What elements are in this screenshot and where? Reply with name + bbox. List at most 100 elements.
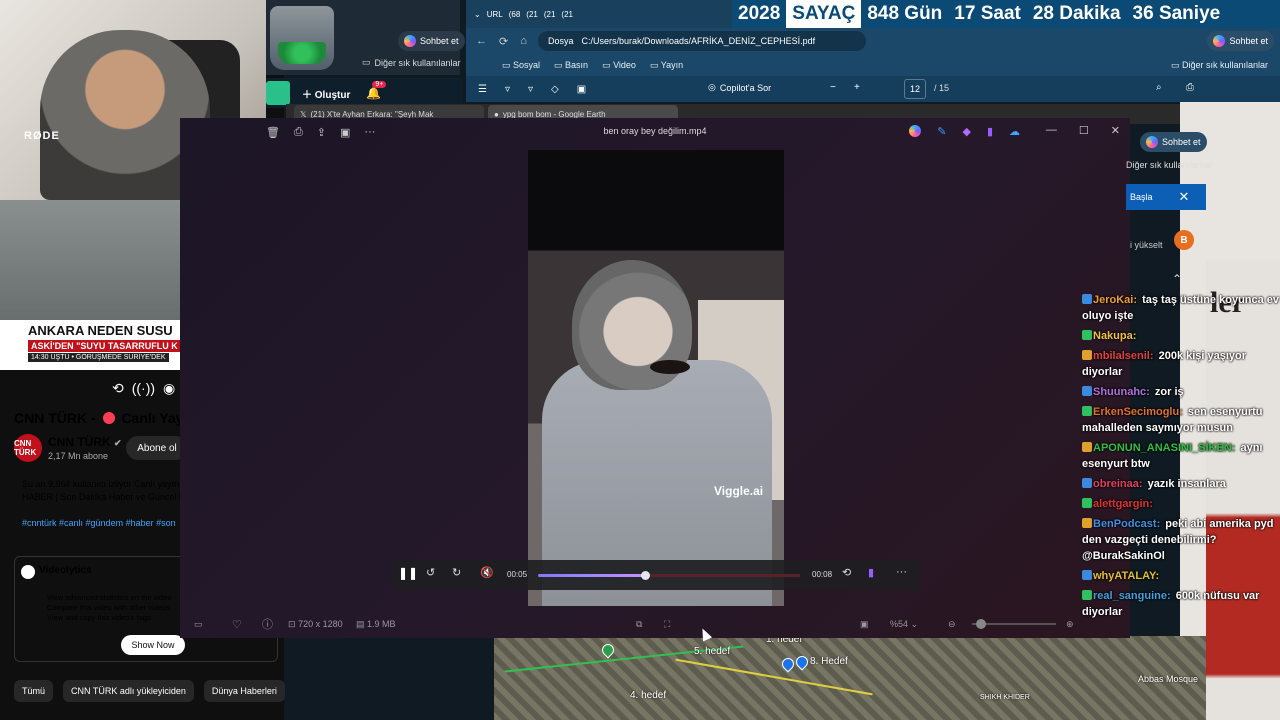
highlight-icon[interactable]: ▿ <box>505 84 510 95</box>
chat-username[interactable]: ErkenSecimoglu: <box>1093 406 1183 418</box>
mute-button[interactable]: 🔇 <box>480 566 494 579</box>
channel-name[interactable]: CNN TÜRK ✔ <box>48 435 122 449</box>
chat-username[interactable]: obreinaa: <box>1093 478 1143 490</box>
forward-30-button[interactable]: ↻ <box>452 566 461 579</box>
copilot-chat-button-right[interactable]: Sohbet et <box>1140 132 1207 152</box>
fav-stream[interactable]: ▭ Yayın <box>650 60 683 71</box>
other-favorites-right[interactable]: Diğer sık kullanılanlar <box>1126 160 1212 170</box>
chevron-up-icon[interactable]: ⌃ <box>1172 272 1182 286</box>
chat-username[interactable]: Shuunahc: <box>1093 386 1150 398</box>
map-label[interactable]: 5. hedef <box>694 646 730 657</box>
chat-username[interactable]: real_sanguine: <box>1093 590 1171 602</box>
repeat-icon[interactable]: ⟲ <box>842 566 851 579</box>
fav-video[interactable]: ▭ Video <box>602 60 636 71</box>
close-icon[interactable]: ✕ <box>1111 124 1120 137</box>
subscribe-button[interactable]: Abone ol <box>126 436 188 460</box>
video-description[interactable]: Şu an 9.964 kullanıcı izliyor Canlı yayı… <box>22 478 184 504</box>
search-icon[interactable]: ⌕ <box>1156 82 1162 93</box>
eye-icon[interactable]: ◉ <box>163 380 175 400</box>
tab-x-2[interactable]: (21 <box>544 10 556 19</box>
crop-icon[interactable]: ⧉ <box>636 619 642 630</box>
rewind-10-button[interactable]: ↺ <box>426 566 435 579</box>
pause-button[interactable]: ❚❚ <box>398 566 418 580</box>
map-label[interactable]: SHIKH KHIDER <box>980 694 1030 701</box>
zoom-slider[interactable] <box>972 619 1056 629</box>
chip-all[interactable]: Tümü <box>14 680 54 702</box>
map-label[interactable]: Abbas Mosque <box>1138 674 1198 684</box>
more-options-icon[interactable]: ··· <box>896 566 907 578</box>
zoom-in-icon[interactable]: ⊕ <box>1066 619 1074 630</box>
map-label[interactable]: 8. Hedef <box>810 656 848 667</box>
maximize-icon[interactable]: ☐ <box>1079 124 1089 137</box>
refresh-icon[interactable]: ⟳ <box>499 35 508 48</box>
screenshot-icon[interactable]: ▣ <box>860 619 869 630</box>
fav-social[interactable]: ▭ Sosyal <box>502 60 540 71</box>
chat-username[interactable]: alettgargin: <box>1093 498 1153 510</box>
chip-world-news[interactable]: Dünya Haberleri <box>203 680 285 702</box>
home-icon[interactable]: ⌂ <box>520 35 527 47</box>
eraser-icon[interactable]: ◇ <box>551 84 559 95</box>
chat-username[interactable]: JeroKai: <box>1093 294 1137 306</box>
chat-username[interactable]: whyATALAY: <box>1093 570 1159 582</box>
zoom-in-icon[interactable]: + <box>854 82 860 93</box>
print-icon[interactable]: ⎙ <box>1186 82 1194 93</box>
copilot-chat-button-main[interactable]: Sohbet et <box>1207 31 1274 51</box>
copilot-chat-button[interactable]: Sohbet et <box>398 31 465 51</box>
upgrade-label[interactable]: i yükselt <box>1130 240 1163 250</box>
seek-bar[interactable] <box>538 571 800 580</box>
tab-url[interactable]: URL <box>487 10 503 19</box>
effects-icon[interactable]: ◆ <box>962 125 970 138</box>
chat-badge-icon <box>1082 386 1092 396</box>
clipchamp-icon[interactable]: ▮ <box>868 566 874 579</box>
close-icon[interactable]: ✕ <box>1179 189 1190 205</box>
bell-icon[interactable]: 🔔 9+ <box>366 81 387 100</box>
onedrive-icon[interactable]: ☁ <box>1009 125 1020 138</box>
show-now-button[interactable]: Show Now <box>121 635 185 655</box>
address-bar[interactable]: Dosya C:/Users/burak/Downloads/AFRİKA_DEN… <box>538 31 866 51</box>
chat-username[interactable]: BenPodcast: <box>1093 518 1160 530</box>
favorite-icon[interactable]: ♡ <box>232 618 242 631</box>
zoom-slider-knob[interactable] <box>976 619 986 629</box>
contents-icon[interactable]: ☰ <box>478 84 487 95</box>
draw-icon[interactable]: ▿ <box>528 84 533 95</box>
chat-username[interactable]: Nakupa: <box>1093 330 1136 342</box>
zoom-out-icon[interactable]: ⊖ <box>948 619 956 630</box>
repeat-icon[interactable]: ⟲ <box>112 380 124 400</box>
fullscreen-icon[interactable]: ⛶ <box>664 619 670 630</box>
copilot-icon[interactable] <box>909 125 922 137</box>
profile-avatar[interactable]: B <box>1174 230 1194 250</box>
copilot-icon <box>1146 136 1158 148</box>
tab-x-1[interactable]: (21 <box>526 10 538 19</box>
back-icon[interactable]: ← <box>476 35 487 47</box>
chat-username[interactable]: mbilalsenil: <box>1093 350 1154 362</box>
chip-uploader[interactable]: CNN TÜRK adlı yükleyiciden <box>63 680 194 702</box>
edit-icon[interactable]: ✎ <box>937 125 946 138</box>
filmstrip-icon[interactable]: ▭ <box>194 619 203 630</box>
hashtags[interactable]: #cnntürk #canlı #gündem #haber #son <box>22 518 184 528</box>
channel-avatar[interactable]: CNN TÜRK <box>14 434 42 462</box>
ask-copilot-button[interactable]: ◎ Copilot'a Sor <box>708 82 771 93</box>
page-number-input[interactable]: 12 <box>904 79 926 99</box>
tab-x-3[interactable]: (21 <box>561 10 573 19</box>
fav-press[interactable]: ▭ Basın <box>554 60 588 71</box>
map-label[interactable]: 4. hedef <box>630 690 666 701</box>
other-favorites-main[interactable]: ▭ Diğer sık kullanılanlar <box>1171 60 1268 71</box>
zoom-out-icon[interactable]: − <box>830 82 836 93</box>
broadcast-icon[interactable]: ((·)) <box>132 380 155 400</box>
map-pin-icon[interactable] <box>599 641 617 659</box>
video-frame[interactable]: Viggle.ai <box>528 150 784 606</box>
create-button[interactable]: ＋ Oluştur <box>302 86 350 101</box>
info-icon[interactable]: ⓘ <box>262 616 273 632</box>
other-favorites[interactable]: ▭ Diğer sık kullanılanlar <box>362 57 461 68</box>
text-icon[interactable]: ▣ <box>577 84 586 95</box>
chat-username[interactable]: APONUN_ANASINI_SİKEN: <box>1093 442 1235 454</box>
seek-thumb[interactable] <box>641 571 651 580</box>
zoom-select[interactable]: %54 ⌄ <box>890 619 918 630</box>
map-pin-icon[interactable] <box>779 655 797 673</box>
tab-youtube[interactable]: (68 <box>509 10 521 19</box>
map-pin-icon[interactable] <box>793 653 811 671</box>
minimize-icon[interactable]: — <box>1046 124 1057 137</box>
start-button[interactable]: Başla <box>1130 192 1153 202</box>
tab-dropdown-icon[interactable]: ⌄ <box>474 10 481 19</box>
clipchamp-icon[interactable]: ▮ <box>987 125 993 138</box>
